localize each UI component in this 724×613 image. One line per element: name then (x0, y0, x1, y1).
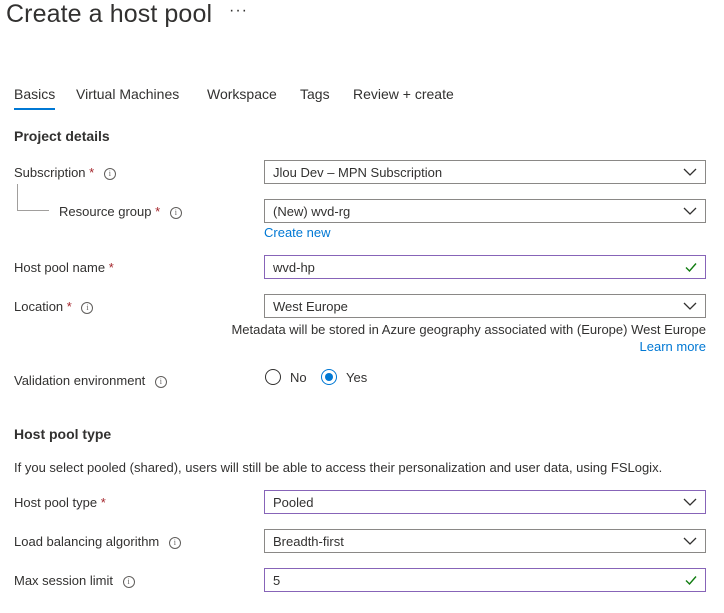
load-balancing-label-text: Load balancing algorithm (14, 534, 160, 549)
subscription-dropdown[interactable]: Jlou Dev – MPN Subscription (264, 160, 706, 184)
host-pool-type-label-text: Host pool type (14, 495, 98, 510)
resource-group-value: (New) wvd-rg (273, 204, 351, 219)
location-label-text: Location (14, 299, 64, 314)
required-marker: * (100, 495, 106, 510)
resource-group-label: Resource group * i (59, 204, 182, 219)
tab-virtual-machines[interactable]: Virtual Machines (76, 86, 179, 102)
required-marker: * (155, 204, 161, 219)
resource-group-dropdown[interactable]: (New) wvd-rg (264, 199, 706, 223)
resource-group-label-text: Resource group (59, 204, 152, 219)
learn-more-link[interactable]: Learn more (640, 339, 706, 354)
host-pool-name-input[interactable]: wvd-hp (264, 255, 706, 279)
create-new-link[interactable]: Create new (264, 225, 330, 240)
tab-basics[interactable]: Basics (14, 86, 56, 110)
load-balancing-dropdown[interactable]: Breadth-first (264, 529, 706, 553)
info-icon[interactable]: i (168, 537, 181, 549)
max-session-limit-value: 5 (273, 573, 281, 588)
required-marker: * (66, 299, 72, 314)
load-balancing-label: Load balancing algorithm i (14, 534, 181, 549)
radio-validation-yes[interactable] (321, 369, 337, 385)
info-icon[interactable]: i (103, 168, 116, 180)
host-pool-type-value: Pooled (273, 495, 314, 510)
location-value: West Europe (273, 299, 348, 314)
load-balancing-value: Breadth-first (273, 534, 344, 549)
host-pool-type-dropdown[interactable]: Pooled (264, 490, 706, 514)
host-pool-type-heading: Host pool type (14, 426, 112, 442)
chevron-down-icon (683, 498, 697, 506)
required-marker: * (108, 260, 114, 275)
info-icon[interactable]: i (154, 376, 167, 388)
location-label: Location * i (14, 299, 94, 314)
chevron-down-icon (683, 207, 697, 215)
host-pool-name-label: Host pool name * (14, 260, 114, 275)
subscription-label: Subscription * i (14, 165, 116, 180)
max-session-limit-label: Max session limit i (14, 573, 135, 588)
check-icon (685, 576, 697, 586)
info-icon[interactable]: i (81, 302, 94, 314)
chevron-down-icon (683, 168, 697, 176)
radio-yes-label[interactable]: Yes (346, 370, 367, 385)
more-options-button[interactable]: ··· (229, 2, 248, 20)
subscription-label-text: Subscription (14, 165, 86, 180)
tab-workspace[interactable]: Workspace (207, 86, 277, 102)
host-pool-type-description: If you select pooled (shared), users wil… (14, 460, 663, 475)
tree-connector-horizontal (17, 210, 49, 211)
subscription-value: Jlou Dev – MPN Subscription (273, 165, 443, 180)
info-icon[interactable]: i (122, 576, 135, 588)
validation-environment-label: Validation environment i (14, 373, 167, 388)
location-metadata-note: Metadata will be stored in Azure geograp… (231, 322, 706, 337)
tab-review-create[interactable]: Review + create (353, 86, 454, 102)
info-icon[interactable]: i (169, 207, 182, 219)
radio-no-label[interactable]: No (290, 370, 307, 385)
page-title: Create a host pool (6, 0, 213, 28)
max-session-limit-label-text: Max session limit (14, 573, 113, 588)
chevron-down-icon (683, 302, 697, 310)
tab-tags[interactable]: Tags (300, 86, 330, 102)
location-dropdown[interactable]: West Europe (264, 294, 706, 318)
validation-environment-label-text: Validation environment (14, 373, 146, 388)
required-marker: * (89, 165, 95, 180)
chevron-down-icon (683, 537, 697, 545)
check-icon (685, 263, 697, 273)
tree-connector-vertical (17, 184, 18, 210)
project-details-heading: Project details (14, 128, 110, 144)
host-pool-type-label: Host pool type * (14, 495, 106, 510)
host-pool-name-label-text: Host pool name (14, 260, 106, 275)
max-session-limit-input[interactable]: 5 (264, 568, 706, 592)
radio-validation-no[interactable] (265, 369, 281, 385)
host-pool-name-value: wvd-hp (273, 260, 315, 275)
